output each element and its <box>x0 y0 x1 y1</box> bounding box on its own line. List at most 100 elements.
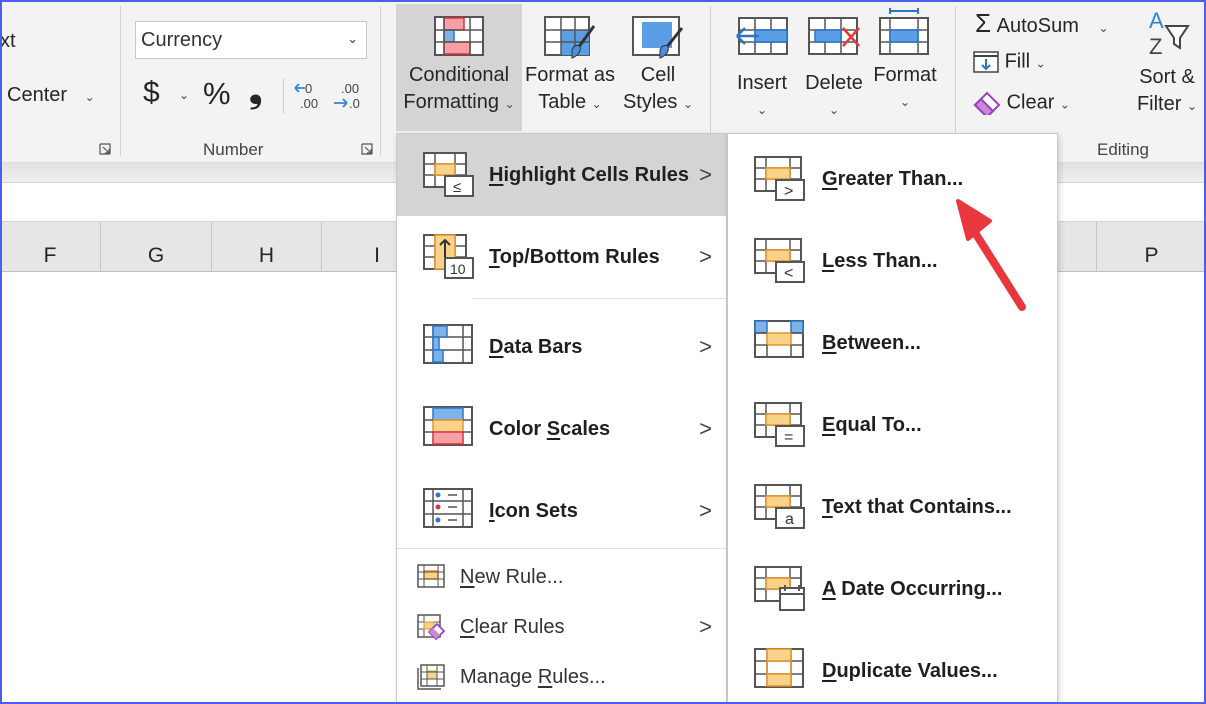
chevron-right-icon: > <box>699 614 712 639</box>
cell-styles-label-2: Styles ⌄ <box>622 91 694 113</box>
column-header-o[interactable] <box>1058 222 1097 272</box>
conditional-formatting-label-1: Conditional <box>408 64 510 86</box>
chevron-down-icon: ⌄ <box>899 95 911 109</box>
currency-format-button[interactable]: $ <box>143 76 160 110</box>
submenu-item-equal-to[interactable]: = Equal To... <box>728 384 1057 466</box>
comma-style-button[interactable]: ❟ <box>249 72 262 111</box>
sort-filter-icon: A Z <box>1149 8 1190 58</box>
submenu-item-label: Less Than... <box>822 249 938 272</box>
menu-item-data-bars[interactable]: Data Bars > <box>397 306 726 388</box>
column-header-g[interactable]: G <box>101 222 212 272</box>
format-as-table-label-2: Table ⌄ <box>538 91 602 113</box>
menu-item-new-rule[interactable]: New Rule... <box>397 552 726 602</box>
menu-item-label: New Rule... <box>460 565 564 588</box>
decrease-decimal-button[interactable]: .00 .0 <box>333 80 363 112</box>
chevron-down-icon: ⌄ <box>84 90 95 104</box>
menu-item-label: Color Scales <box>489 417 611 440</box>
submenu-item-label: Equal To... <box>822 413 922 436</box>
insert-cells-button[interactable]: Insert ⌄ <box>728 4 796 131</box>
clear-button[interactable]: Clear ⌄ <box>973 91 1070 119</box>
menu-item-icon-sets[interactable]: Icon Sets > <box>397 470 726 552</box>
wrap-text-button[interactable]: xt <box>0 30 16 53</box>
cell-styles-button[interactable]: Cell Styles ⌄ <box>618 4 698 131</box>
conditional-formatting-button[interactable]: Conditional Formatting ⌄ <box>396 4 522 131</box>
fill-label: Fill <box>1004 50 1031 73</box>
eraser-icon <box>973 91 1001 119</box>
submenu-item-label: Duplicate Values... <box>822 659 998 682</box>
color-scales-icon <box>423 406 473 446</box>
chevron-right-icon: > <box>699 498 712 523</box>
svg-text:A: A <box>1149 8 1164 33</box>
chevron-right-icon: > <box>699 334 712 359</box>
menu-item-label: Icon Sets <box>489 499 578 522</box>
cell-styles-label-1: Cell <box>640 64 676 86</box>
svg-text:.00: .00 <box>300 96 318 111</box>
column-header-p[interactable]: P <box>1097 222 1206 272</box>
insert-label: Insert <box>736 72 788 94</box>
svg-text:10: 10 <box>450 261 466 277</box>
chevron-right-icon: > <box>699 162 712 187</box>
menu-item-top-bottom-rules[interactable]: 10 Top/Bottom Rules > <box>397 216 726 298</box>
format-as-table-icon <box>544 16 596 59</box>
duplicate-values-icon <box>754 648 804 688</box>
menu-item-label: Manage Rules... <box>460 665 606 688</box>
submenu-item-text-that-contains[interactable]: a Text that Contains... <box>728 466 1057 548</box>
conditional-formatting-label-2: Formatting ⌄ <box>403 91 515 113</box>
highlight-cells-icon: ≤ <box>423 152 474 197</box>
between-icon <box>754 320 804 358</box>
column-header-f[interactable]: F <box>0 222 101 272</box>
merge-center-button[interactable]: Center ⌄ <box>7 84 95 107</box>
submenu-item-label: Text that Contains... <box>822 495 1012 518</box>
menu-item-color-scales[interactable]: Color Scales > <box>397 388 726 470</box>
editing-group-label: Editing <box>1097 140 1149 159</box>
merge-center-label: Center <box>7 84 68 106</box>
submenu-item-duplicate-values[interactable]: Duplicate Values... <box>728 630 1057 704</box>
greater-than-icon: > <box>754 156 805 201</box>
column-header-h[interactable]: H <box>212 222 322 272</box>
menu-separator <box>473 298 726 299</box>
number-dialog-launcher-icon[interactable] <box>361 143 373 155</box>
svg-text:≤: ≤ <box>453 179 461 196</box>
menu-item-clear-rules[interactable]: Clear Rules > <box>397 602 726 652</box>
sort-filter-button[interactable]: A Z Sort & Filter ⌄ <box>1132 8 1202 126</box>
percent-style-button[interactable]: % <box>203 76 231 112</box>
clear-rules-icon <box>417 614 445 640</box>
menu-item-manage-rules[interactable]: Manage Rules... <box>397 652 726 702</box>
delete-cells-button[interactable]: Delete ⌄ <box>800 4 868 131</box>
autosum-button[interactable]: Σ AutoSum ⌄ <box>975 8 1109 39</box>
fill-button[interactable]: Fill ⌄ <box>973 50 1046 74</box>
menu-separator <box>397 548 726 549</box>
menu-item-label: Top/Bottom Rules <box>489 245 660 268</box>
delete-cells-icon <box>808 17 860 55</box>
increase-decimal-icon: 0 .00 <box>294 81 318 111</box>
group-separator <box>380 6 381 156</box>
delete-label: Delete <box>805 72 863 94</box>
format-cells-icon <box>879 8 929 55</box>
increase-decimal-button[interactable]: 0 .00 <box>293 80 323 112</box>
manage-rules-icon <box>417 664 445 690</box>
format-label: Format <box>873 64 937 86</box>
submenu-item-label: A Date Occurring... <box>822 577 1003 600</box>
submenu-item-a-date-occurring[interactable]: A Date Occurring... <box>728 548 1057 630</box>
chevron-down-icon: ⌄ <box>347 31 358 46</box>
data-bars-icon <box>423 324 473 364</box>
submenu-item-label: Greater Than... <box>822 167 964 190</box>
format-as-table-button[interactable]: Format as Table ⌄ <box>522 4 618 131</box>
menu-item-label: Clear Rules <box>460 615 565 638</box>
menu-item-label: Highlight Cells Rules <box>489 163 690 186</box>
alignment-dialog-launcher-icon[interactable] <box>99 143 111 155</box>
svg-text:>: > <box>784 183 793 200</box>
calendar-icon <box>754 566 805 611</box>
svg-text:a: a <box>785 511 794 528</box>
icon-sets-icon <box>423 488 473 528</box>
number-format-dropdown[interactable]: Currency ⌄ <box>135 21 367 59</box>
currency-dropdown-icon[interactable]: ⌄ <box>179 88 189 102</box>
new-rule-icon <box>417 564 445 588</box>
chevron-down-icon: ⌄ <box>1098 21 1109 35</box>
chevron-down-icon: ⌄ <box>1059 97 1070 112</box>
format-cells-button[interactable]: Format ⌄ <box>869 4 941 131</box>
annotation-arrow-icon <box>956 199 1026 311</box>
svg-text:=: = <box>784 429 793 446</box>
menu-item-highlight-cells-rules[interactable]: ≤ Highlight Cells Rules > <box>397 134 726 216</box>
svg-text:Z: Z <box>1149 34 1162 58</box>
